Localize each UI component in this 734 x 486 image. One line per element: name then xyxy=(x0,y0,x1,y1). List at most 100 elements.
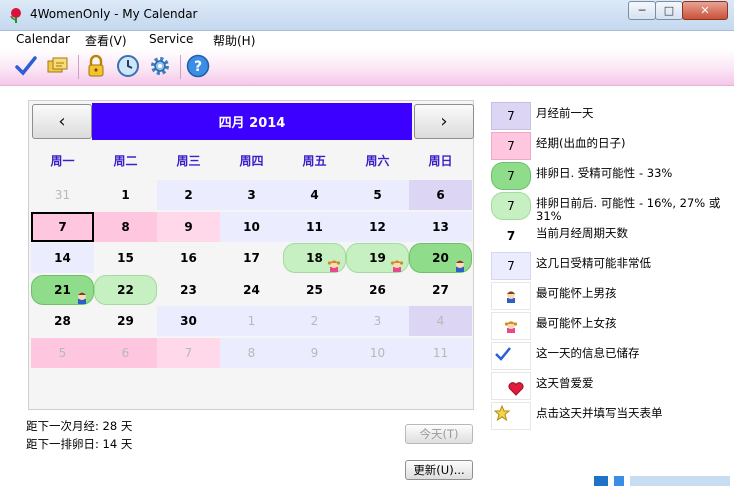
day-number: 20 xyxy=(432,251,449,265)
day-number: 23 xyxy=(180,282,197,297)
legend-label: 这几日受精可能非常低 xyxy=(536,256,651,270)
day-cell[interactable]: 23 xyxy=(157,275,220,305)
day-cell[interactable]: 11 xyxy=(283,211,346,242)
day-number: 1 xyxy=(247,314,256,328)
day-cell[interactable]: 30 xyxy=(157,306,220,336)
day-cell[interactable]: 29 xyxy=(94,306,157,336)
day-cell[interactable]: 14 xyxy=(31,243,94,273)
maximize-button[interactable]: □ xyxy=(655,1,683,20)
heart-icon xyxy=(491,372,531,400)
window-controls: ─ □ ✕ xyxy=(628,1,728,21)
menu-calendar[interactable]: Calendar xyxy=(16,32,70,46)
day-cell[interactable]: 25 xyxy=(283,275,346,305)
menu-bar: Calendar 查看(V) Service 帮助(H) xyxy=(0,31,734,49)
weekday-header: 周日 xyxy=(428,153,453,168)
day-cell[interactable]: 27 xyxy=(409,275,472,305)
day-number: 9 xyxy=(184,219,193,234)
day-number: 11 xyxy=(432,345,449,360)
day-cell[interactable]: 26 xyxy=(346,275,409,305)
gear-icon[interactable] xyxy=(146,52,174,80)
girl-icon xyxy=(390,258,404,272)
check-icon[interactable] xyxy=(12,52,40,80)
day-number: 12 xyxy=(369,219,386,234)
day-cell[interactable]: 11 xyxy=(409,337,472,368)
day-cell[interactable]: 2 xyxy=(283,306,346,336)
day-cell[interactable]: 9 xyxy=(157,211,220,242)
menu-service[interactable]: Service xyxy=(149,32,193,46)
day-cell[interactable]: 7 xyxy=(31,211,94,242)
star-icon xyxy=(491,402,531,430)
day-cell[interactable]: 5 xyxy=(31,337,94,368)
day-cell[interactable]: 12 xyxy=(346,211,409,242)
legend-swatch: 7 xyxy=(491,192,531,220)
day-cell[interactable]: 22 xyxy=(94,274,157,305)
day-number: 19 xyxy=(369,251,386,265)
next-month-button[interactable]: › xyxy=(414,104,474,139)
day-number: 1 xyxy=(121,188,130,202)
day-cell[interactable]: 13 xyxy=(409,211,472,242)
day-cell[interactable]: 8 xyxy=(220,337,283,368)
day-cell[interactable]: 10 xyxy=(220,211,283,242)
day-cell[interactable]: 9 xyxy=(283,337,346,368)
weekday-header: 周六 xyxy=(365,153,390,168)
legend-swatch-number: 7 xyxy=(506,229,516,243)
day-cell[interactable]: 3 xyxy=(346,306,409,336)
day-number: 6 xyxy=(436,188,445,202)
day-cell[interactable]: 4 xyxy=(283,180,346,210)
menu-view[interactable]: 查看(V) xyxy=(85,32,127,49)
minimize-button[interactable]: ─ xyxy=(628,1,656,20)
legend-swatch: 7 xyxy=(491,162,531,190)
day-cell[interactable]: 28 xyxy=(31,306,94,336)
day-cell[interactable]: 19 xyxy=(346,243,409,273)
day-cell[interactable]: 8 xyxy=(94,211,157,242)
day-cell[interactable]: 17 xyxy=(220,243,283,273)
boy-icon xyxy=(491,282,531,310)
girl-icon xyxy=(491,312,531,340)
day-number: 10 xyxy=(369,345,386,360)
day-cell[interactable]: 16 xyxy=(157,243,220,273)
legend-label: 排卵日. 受精可能性 - 33% xyxy=(536,166,673,180)
close-button[interactable]: ✕ xyxy=(682,1,728,20)
today-button[interactable]: 今天(T) xyxy=(405,424,473,444)
day-cell[interactable]: 2 xyxy=(157,180,220,210)
lock-icon[interactable] xyxy=(82,52,110,80)
day-cell[interactable]: 7 xyxy=(157,337,220,368)
day-number: 24 xyxy=(243,282,260,297)
window-title: 4WomenOnly - My Calendar xyxy=(30,7,198,21)
next-month-label: › xyxy=(440,111,448,132)
day-cell[interactable]: 15 xyxy=(94,243,157,273)
day-number: 10 xyxy=(243,219,260,234)
weekday-header: 周四 xyxy=(239,153,264,168)
day-number: 26 xyxy=(369,282,386,297)
day-cell[interactable]: 24 xyxy=(220,275,283,305)
day-number: 6 xyxy=(121,345,130,360)
day-cell[interactable]: 6 xyxy=(409,180,472,210)
day-number: 5 xyxy=(373,188,382,202)
boy-icon xyxy=(453,258,467,272)
day-cell[interactable]: 5 xyxy=(346,180,409,210)
day-cell[interactable]: 20 xyxy=(409,243,472,273)
legend-label: 点击这天并填写当天表单 xyxy=(536,406,663,420)
day-cell[interactable]: 4 xyxy=(409,306,472,336)
boy-icon xyxy=(75,290,89,304)
legend-label: 排卵日前后. 可能性 - 16%, 27% 或 31% xyxy=(536,196,721,223)
day-cell[interactable]: 1 xyxy=(94,180,157,210)
prev-month-button[interactable]: ‹ xyxy=(32,104,92,139)
help-icon[interactable]: ? xyxy=(184,52,212,80)
day-number: 17 xyxy=(243,251,260,265)
legend-label: 月经前一天 xyxy=(536,106,594,120)
menu-help[interactable]: 帮助(H) xyxy=(213,32,255,49)
rose-app-icon xyxy=(10,8,21,23)
day-cell[interactable]: 3 xyxy=(220,180,283,210)
clock-icon[interactable] xyxy=(114,52,142,80)
day-cell[interactable]: 1 xyxy=(220,306,283,336)
day-number: 28 xyxy=(54,314,71,328)
day-cell[interactable]: 10 xyxy=(346,337,409,368)
day-cell[interactable]: 31 xyxy=(31,180,94,210)
update-button[interactable]: 更新(U)... xyxy=(405,460,473,480)
day-cell[interactable]: 18 xyxy=(283,243,346,273)
folders-icon[interactable] xyxy=(44,52,72,80)
day-cell[interactable]: 21 xyxy=(31,274,94,305)
calendar-panel: ‹ 四月 2014 › 周一 周二 周三 周四 周五 周六 周日 31 1 2 3 4 5 6 7 8 9 10… xyxy=(28,100,474,410)
day-cell[interactable]: 6 xyxy=(94,337,157,368)
